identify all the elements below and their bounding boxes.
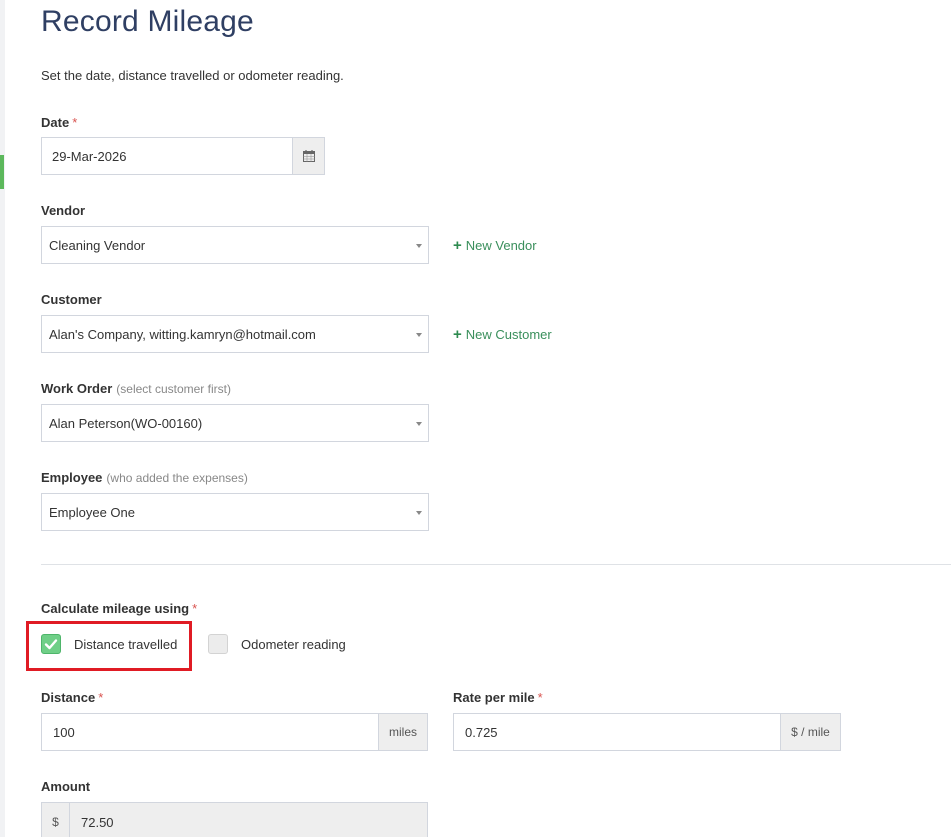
employee-label: Employee (who added the expenses): [41, 470, 248, 485]
chevron-down-icon[interactable]: [416, 333, 422, 337]
new-customer-label[interactable]: New Customer: [466, 327, 552, 342]
date-label: Date *: [41, 115, 77, 130]
vendor-label: Vendor: [41, 203, 85, 218]
employee-value[interactable]: Employee One: [49, 494, 135, 530]
calc-method-label: Calculate mileage using *: [41, 601, 197, 616]
vendor-select[interactable]: Cleaning Vendor: [41, 226, 429, 264]
distance-value[interactable]: 100: [53, 714, 75, 750]
required-marker: *: [537, 690, 543, 705]
rate-label-text: Rate per mile: [453, 690, 535, 705]
vendor-value[interactable]: Cleaning Vendor: [49, 227, 145, 263]
distance-input[interactable]: 100 miles: [41, 713, 428, 751]
amount-label-text: Amount: [41, 779, 91, 794]
calendar-icon[interactable]: [302, 150, 315, 162]
required-marker: *: [98, 690, 104, 705]
amount-label: Amount: [41, 779, 90, 794]
amount-field: $ 72.50: [41, 802, 428, 837]
work-order-label-text: Work Order: [41, 381, 113, 396]
required-marker: *: [192, 601, 198, 616]
amount-value: 72.50: [81, 814, 114, 830]
distance-unit: miles: [388, 725, 417, 739]
plus-icon[interactable]: +: [453, 237, 462, 254]
section-divider: [41, 564, 951, 565]
chevron-down-icon[interactable]: [416, 422, 422, 426]
distance-label-text: Distance: [41, 690, 96, 705]
customer-value[interactable]: Alan's Company, witting.kamryn@hotmail.c…: [49, 316, 316, 352]
employee-hint: (who added the expenses): [106, 471, 248, 485]
new-vendor-link[interactable]: + New Vendor: [453, 237, 537, 254]
required-marker: *: [72, 115, 78, 130]
currency-symbol: $: [52, 815, 59, 829]
distance-unit-addon: miles: [378, 714, 427, 750]
page-intro: Set the date, distance travelled or odom…: [41, 68, 344, 83]
rate-input[interactable]: 0.725 $ / mile: [453, 713, 841, 751]
plus-icon[interactable]: +: [453, 326, 462, 343]
work-order-hint: (select customer first): [116, 382, 231, 396]
rate-unit-addon: $ / mile: [780, 714, 840, 750]
chevron-down-icon[interactable]: [416, 511, 422, 515]
new-customer-link[interactable]: + New Customer: [453, 326, 552, 343]
distance-label: Distance *: [41, 690, 103, 705]
highlight-box: [26, 621, 192, 671]
date-picker-button[interactable]: [292, 138, 324, 174]
left-rail: [0, 0, 5, 837]
rate-label: Rate per mile *: [453, 690, 543, 705]
odometer-reading-label[interactable]: Odometer reading: [241, 637, 346, 652]
left-accent-marker: [0, 155, 4, 189]
new-vendor-label[interactable]: New Vendor: [466, 238, 537, 253]
currency-addon: $: [42, 803, 70, 837]
customer-select[interactable]: Alan's Company, witting.kamryn@hotmail.c…: [41, 315, 429, 353]
rate-value[interactable]: 0.725: [465, 714, 498, 750]
date-value[interactable]: 29-Mar-2026: [52, 138, 126, 174]
work-order-select[interactable]: Alan Peterson(WO-00160): [41, 404, 429, 442]
page-title: Record Mileage: [41, 5, 254, 38]
customer-label: Customer: [41, 292, 102, 307]
date-field[interactable]: 29-Mar-2026: [41, 137, 325, 175]
odometer-reading-checkbox[interactable]: [208, 634, 228, 654]
employee-select[interactable]: Employee One: [41, 493, 429, 531]
work-order-value[interactable]: Alan Peterson(WO-00160): [49, 405, 202, 441]
date-label-text: Date: [41, 115, 70, 130]
customer-label-text: Customer: [41, 292, 102, 307]
work-order-label: Work Order (select customer first): [41, 381, 231, 396]
employee-label-text: Employee: [41, 470, 103, 485]
chevron-down-icon[interactable]: [416, 244, 422, 248]
vendor-label-text: Vendor: [41, 203, 86, 218]
rate-unit: $ / mile: [791, 725, 830, 739]
calc-method-label-text: Calculate mileage using: [41, 601, 190, 616]
